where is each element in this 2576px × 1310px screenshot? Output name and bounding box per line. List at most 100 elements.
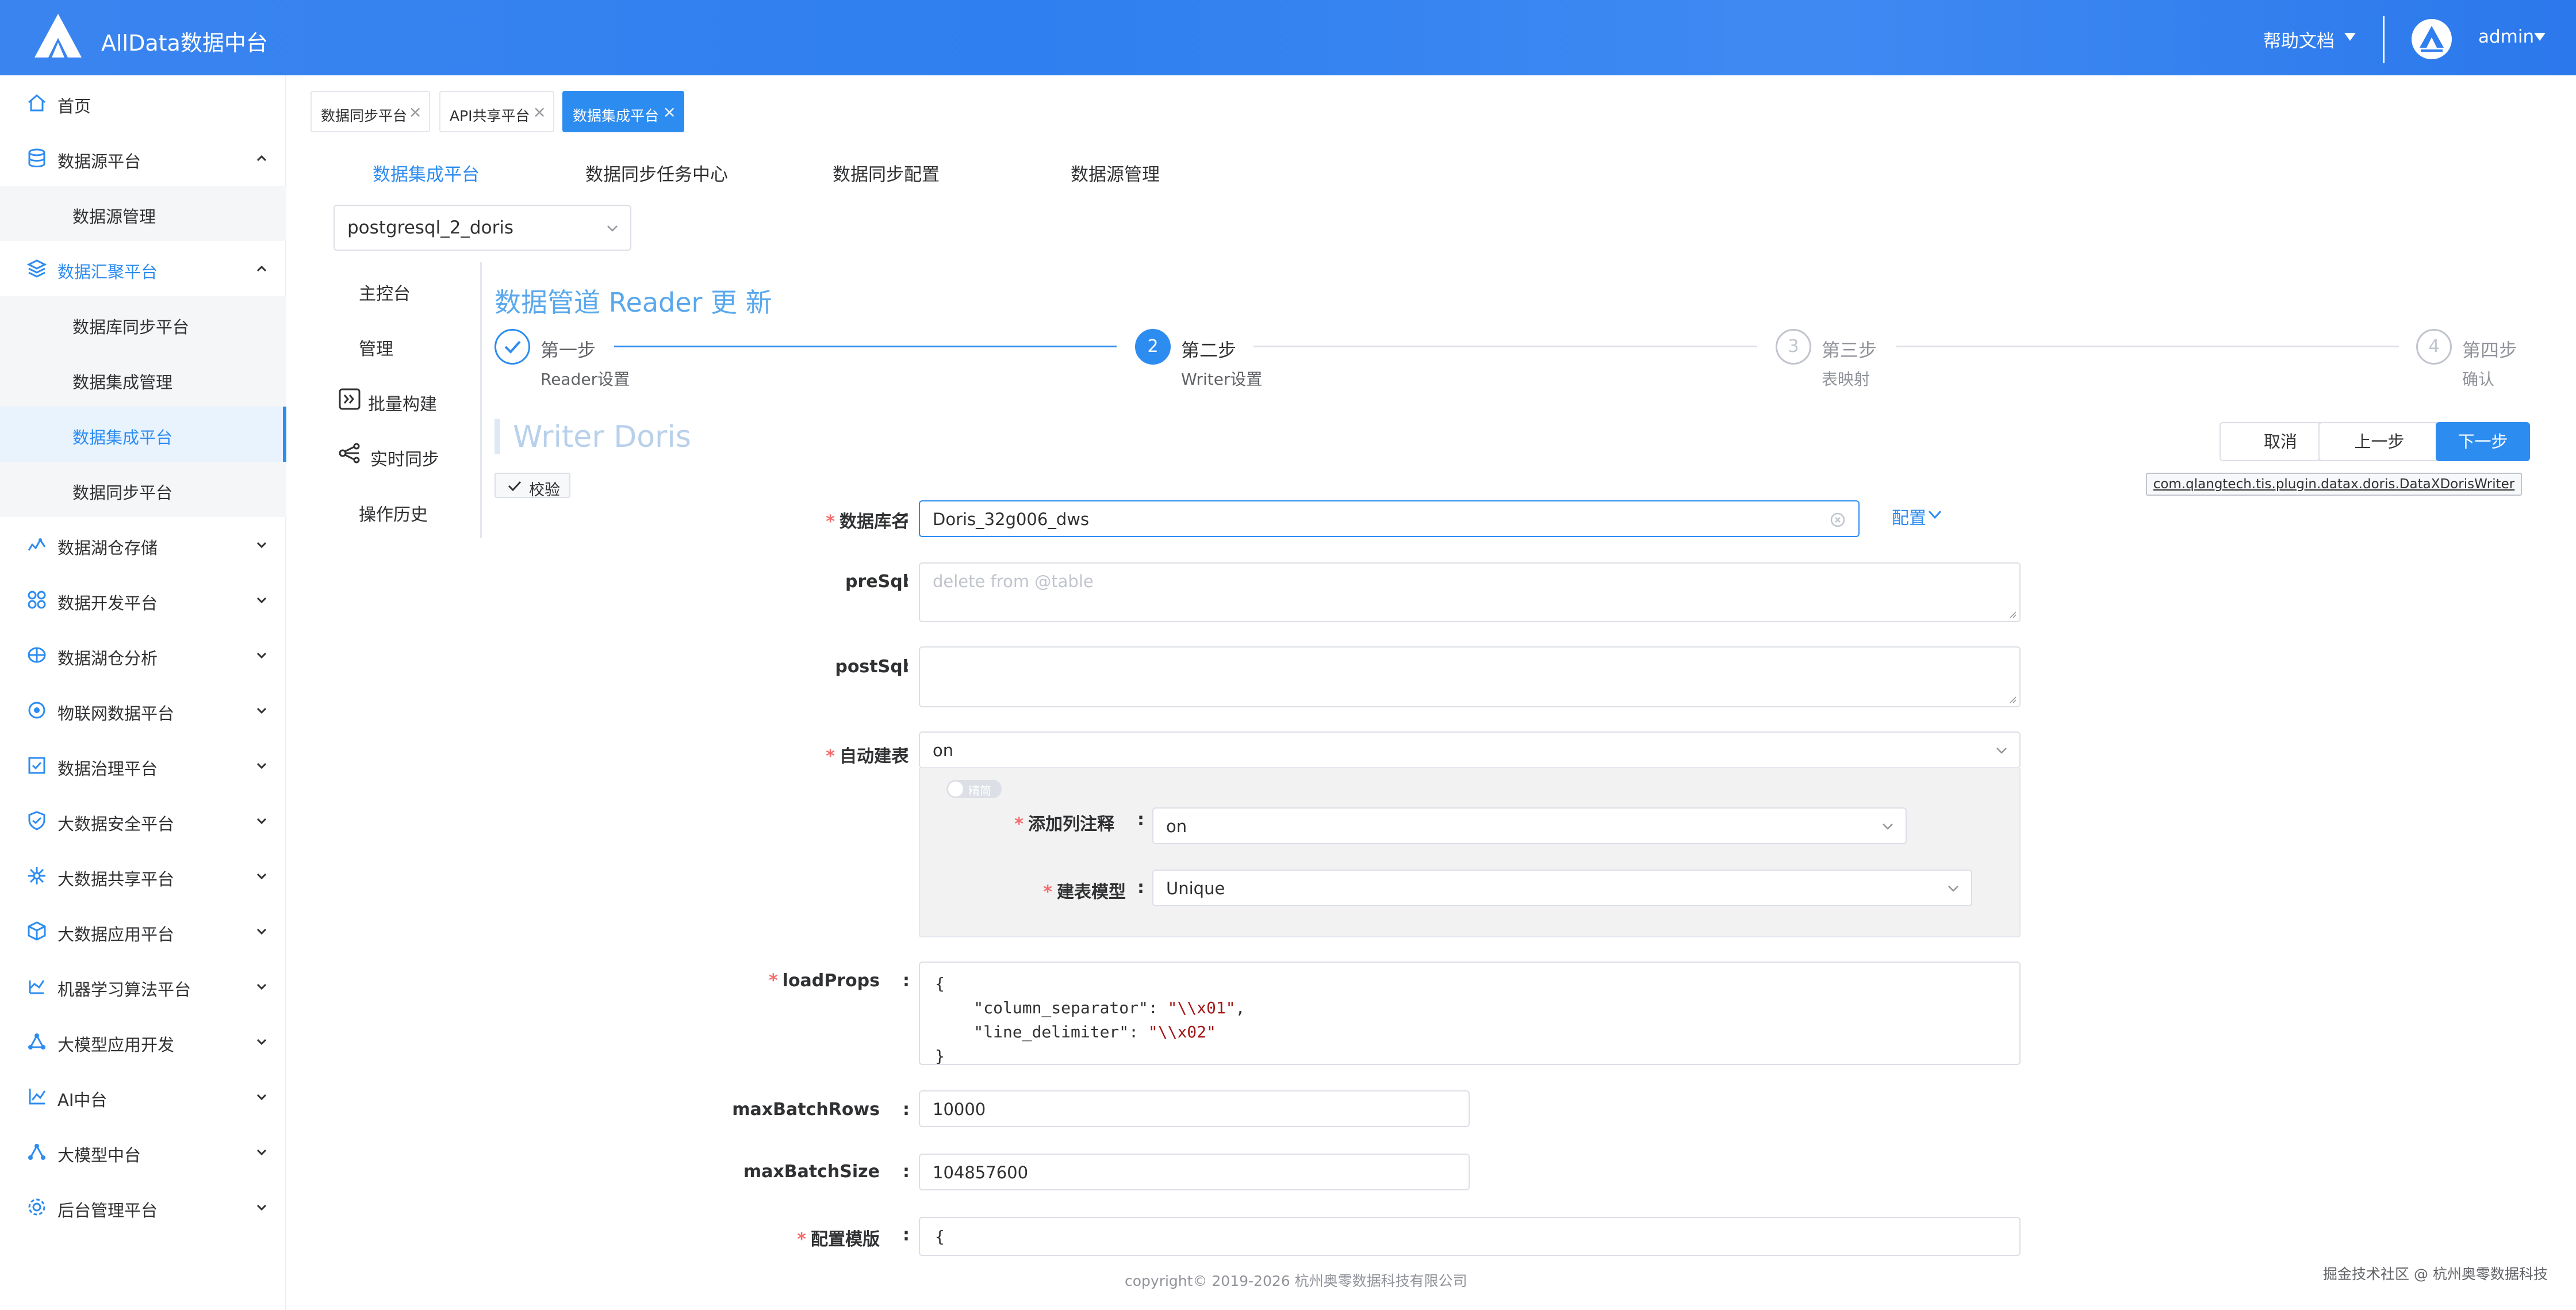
sidebar-item-lake-analysis[interactable]: 数据湖仓分析 [0, 627, 286, 683]
chevron-down-icon [256, 1094, 267, 1101]
tag-api-share[interactable]: API共享平台 × [439, 91, 554, 132]
sidebar-item-governance[interactable]: 数据治理平台 [0, 738, 286, 793]
tab-integration-platform[interactable]: 数据集成平台 [373, 160, 480, 186]
add-col-comment-select[interactable]: on [1152, 807, 1907, 844]
close-icon[interactable]: × [663, 102, 676, 121]
config-template-editor[interactable]: { [919, 1217, 2021, 1256]
settings-icon [28, 1198, 45, 1216]
auto-create-value: on [933, 741, 954, 760]
sidebar-item-model-dev[interactable]: 大模型应用开发 [0, 1014, 286, 1069]
resize-handle-icon[interactable] [2008, 610, 2017, 619]
sidebar-item-label: 数据治理平台 [57, 759, 158, 779]
sidebar-item-label: 数据源平台 [57, 152, 141, 171]
tab-sync-task-center[interactable]: 数据同步任务中心 [585, 160, 728, 186]
sidebar-item-label: 数据集成管理 [72, 373, 173, 392]
sidebar-item-home[interactable]: 首页 [0, 75, 286, 131]
chevron-down-icon [1883, 823, 1893, 830]
check-icon [504, 340, 521, 354]
add-col-comment-label: * 添加列注释 [1014, 814, 1114, 834]
sidebar-item-admin[interactable]: 后台管理平台 [0, 1179, 286, 1235]
menu-realtime-sync[interactable]: 实时同步 [370, 445, 439, 470]
max-batch-rows-field[interactable]: 10000 [919, 1090, 1470, 1127]
sidebar-item-label: 数据湖仓存储 [57, 538, 158, 558]
menu-console[interactable]: 主控台 [359, 279, 411, 305]
chevron-down-icon[interactable] [1926, 506, 1943, 523]
sidebar-item-lake-storage[interactable]: 数据湖仓存储 [0, 517, 286, 572]
sidebar-subitem-datasource-manage[interactable]: 数据源管理 [0, 186, 286, 241]
presql-textarea[interactable]: delete from @table [919, 562, 2021, 622]
close-icon[interactable]: × [409, 102, 422, 121]
step-4-title: 第四步 [2462, 339, 2518, 361]
table-model-select[interactable]: Unique [1152, 869, 1972, 906]
share-icon [28, 867, 45, 884]
sidebar-subitem-sync-platform[interactable]: 数据同步平台 [0, 462, 286, 517]
app-title: AllData数据中台 [101, 30, 268, 56]
sidebar-item-model[interactable]: 大模型中台 [0, 1124, 286, 1179]
prev-step-button[interactable]: 上一步 [2318, 422, 2440, 461]
sidebar-subitem-integration-platform[interactable]: 数据集成平台 [0, 407, 286, 462]
sidebar-item-iot[interactable]: 物联网数据平台 [0, 683, 286, 738]
sidebar-item-app[interactable]: 大数据应用平台 [0, 903, 286, 959]
chevron-down-icon [256, 597, 267, 604]
sidebar-subitem-integration-manage[interactable]: 数据集成管理 [0, 351, 286, 407]
caret-down-icon[interactable] [2533, 32, 2546, 42]
header-divider [2383, 16, 2385, 63]
database-icon [28, 148, 45, 167]
sidebar-item-convergence[interactable]: 数据汇聚平台 [0, 241, 286, 296]
loadprops-editor[interactable]: { "column_separator": "\\x01", "line_del… [919, 962, 2021, 1065]
plugin-class-link[interactable]: com.qlangtech.tis.plugin.datax.doris.Dat… [2146, 473, 2522, 496]
chevron-down-icon [256, 652, 267, 659]
sidebar-item-datasource[interactable]: 数据源平台 [0, 131, 286, 186]
simplify-toggle[interactable]: 精简 [946, 780, 1002, 798]
colon: : [903, 1225, 910, 1245]
code-line: } [935, 1047, 945, 1065]
colon: : [1137, 878, 1144, 898]
db-name-field[interactable]: Doris_32g006_dws [919, 500, 1860, 537]
config-link[interactable]: 配置 [1892, 504, 1926, 529]
user-name[interactable]: admin [2478, 26, 2534, 47]
step-2-circle: 2 [1135, 329, 1171, 365]
menu-operation-history[interactable]: 操作历史 [359, 500, 428, 526]
tag-data-sync[interactable]: 数据同步平台 × [310, 91, 430, 132]
step-3-circle: 3 [1776, 329, 1811, 365]
colon: : [903, 971, 910, 991]
sidebar-item-ml[interactable]: 机器学习算法平台 [0, 959, 286, 1014]
code-line: { [935, 1227, 945, 1246]
sidebar-subitem-db-sync[interactable]: 数据库同步平台 [0, 296, 286, 351]
max-batch-size-field[interactable]: 104857600 [919, 1154, 1470, 1190]
config-template-label: * 配置模版 [797, 1229, 880, 1250]
model-dev-icon [28, 1033, 45, 1049]
step-2-connector [1254, 346, 1757, 347]
max-batch-size-value: 104857600 [933, 1163, 1029, 1182]
step-2-desc: Writer设置 [1181, 370, 1263, 389]
sidebar-item-security[interactable]: 大数据安全平台 [0, 793, 286, 848]
close-icon[interactable]: × [533, 102, 546, 121]
db-name-value: Doris_32g006_dws [933, 510, 1090, 529]
resize-handle-icon[interactable] [2008, 695, 2017, 704]
auto-create-options-panel: 精简 * 添加列注释 : on * 建表模型 : Unique [919, 767, 2021, 937]
validate-button[interactable]: 校验 [494, 473, 570, 499]
tab-datasource-manage[interactable]: 数据源管理 [1071, 160, 1160, 186]
help-docs-label[interactable]: 帮助文档 [2263, 26, 2334, 52]
auto-create-select[interactable]: on [919, 731, 2021, 768]
ai-icon [29, 1089, 46, 1105]
sidebar-item-ai[interactable]: AI中台 [0, 1069, 286, 1124]
postsql-textarea[interactable] [919, 646, 2021, 707]
menu-batch-build[interactable]: 批量构建 [368, 390, 437, 415]
menu-manage[interactable]: 管理 [359, 335, 393, 360]
auto-create-label: * 自动建表 [826, 746, 908, 767]
caret-down-icon[interactable] [2344, 32, 2356, 42]
tag-integration[interactable]: 数据集成平台 × [562, 91, 684, 132]
clear-icon[interactable] [1830, 512, 1846, 528]
sidebar-item-share[interactable]: 大数据共享平台 [0, 848, 286, 903]
avatar[interactable] [2412, 19, 2452, 59]
chevron-down-icon [256, 818, 267, 825]
copyright: copyright© 2019-2026 杭州奥零数据科技有限公司 [1125, 1273, 1467, 1289]
next-step-button[interactable]: 下一步 [2436, 422, 2530, 461]
pipeline-select[interactable]: postgresql_2_doris [334, 205, 631, 251]
tag-label: 数据集成平台 [573, 108, 660, 124]
model-icon [28, 1144, 45, 1160]
step-4-circle: 4 [2416, 329, 2452, 365]
tab-sync-config[interactable]: 数据同步配置 [833, 160, 940, 186]
sidebar-item-dev[interactable]: 数据开发平台 [0, 572, 286, 627]
